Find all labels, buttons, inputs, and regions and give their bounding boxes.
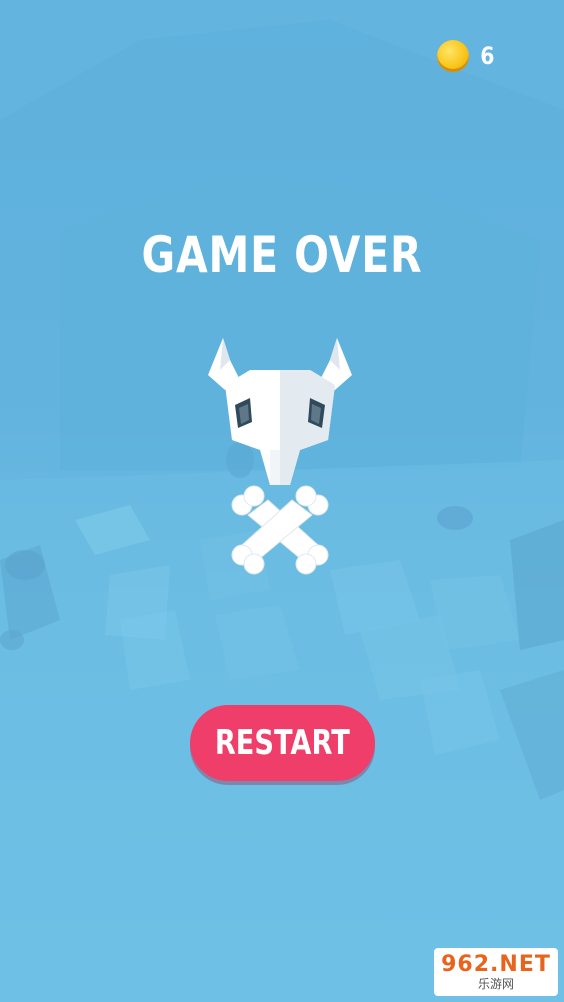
restart-button[interactable]: RESTART xyxy=(190,705,375,781)
coin-count: 6 xyxy=(480,42,495,70)
restart-label: RESTART xyxy=(215,723,350,763)
coin-counter: 6 xyxy=(437,40,496,72)
watermark-bottom-text: 乐游网 xyxy=(477,977,514,991)
site-watermark-logo: 962.NET 乐游网 xyxy=(434,948,558,996)
game-over-title: GAME OVER xyxy=(141,226,423,284)
watermark-top-text: 962.NET xyxy=(441,952,551,977)
bull-skull-crossbones-icon xyxy=(190,330,370,580)
coin-icon xyxy=(437,40,470,72)
